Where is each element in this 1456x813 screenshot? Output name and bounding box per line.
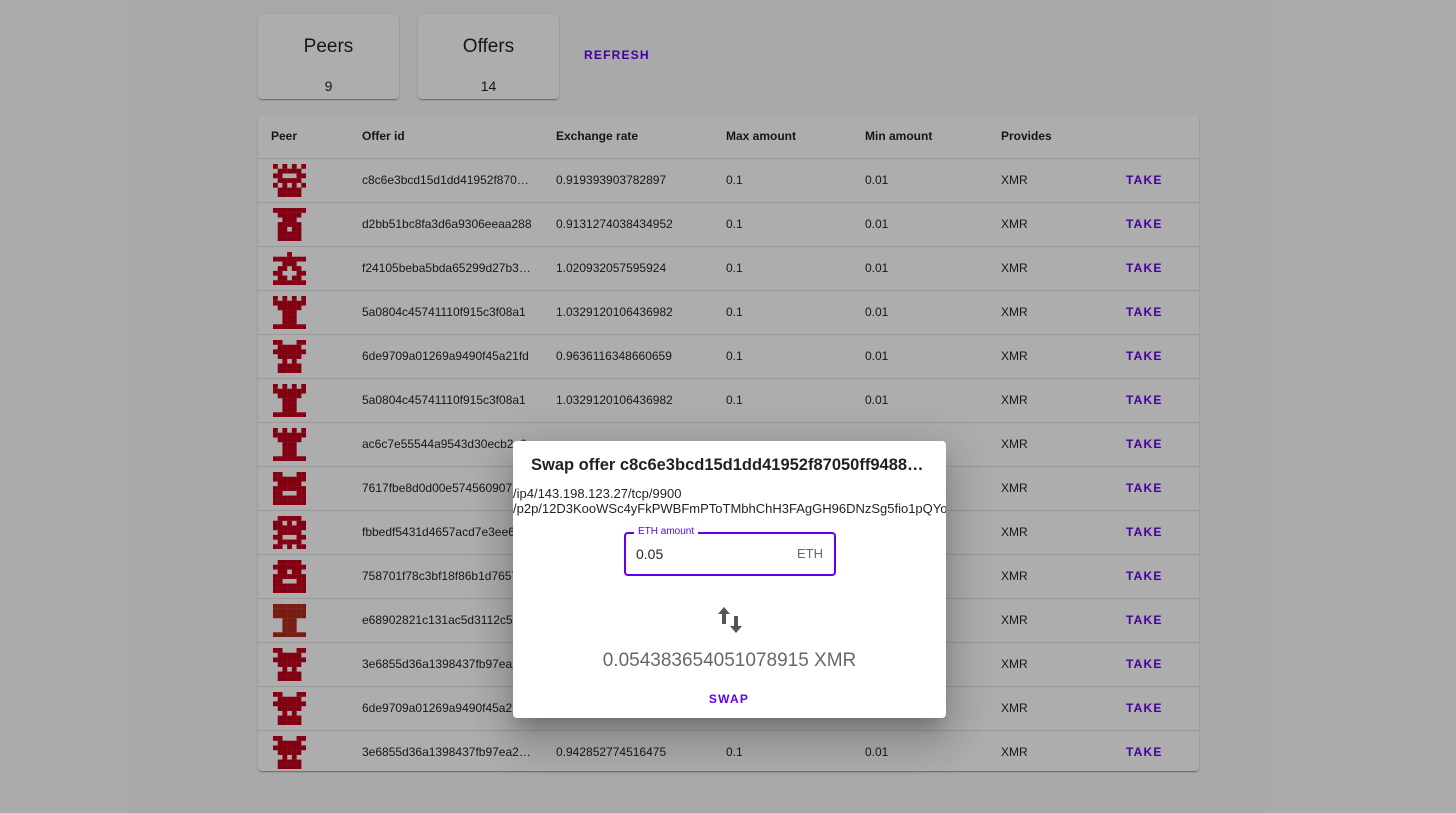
peer-address-line-1: /ip4/143.198.123.27/tcp/9900 [513, 486, 682, 501]
swap-button[interactable]: SWAP [707, 688, 751, 710]
peer-address-line-2: /p2p/12D3KooWSc4yFkPWBFmPToTMbhChH3FAgGH… [513, 501, 946, 516]
peer-address: /ip4/143.198.123.27/tcp/9900 /p2p/12D3Ko… [513, 486, 946, 516]
swap-vertical-icon [718, 607, 742, 633]
eth-amount-input[interactable] [636, 534, 786, 574]
app-page: Peers 9 Offers 14 REFRESH Peer Offer id … [0, 0, 1456, 813]
eth-amount-field[interactable]: ETH amount ETH [624, 526, 836, 576]
swap-result: 0.054383654051078915 XMR [602, 650, 857, 671]
dialog-title: Swap offer c8c6e3bcd15d1dd41952f87050ff9… [531, 456, 931, 474]
swap-dialog: Swap offer c8c6e3bcd15d1dd41952f87050ff9… [513, 441, 946, 718]
eth-amount-suffix: ETH [797, 546, 823, 561]
